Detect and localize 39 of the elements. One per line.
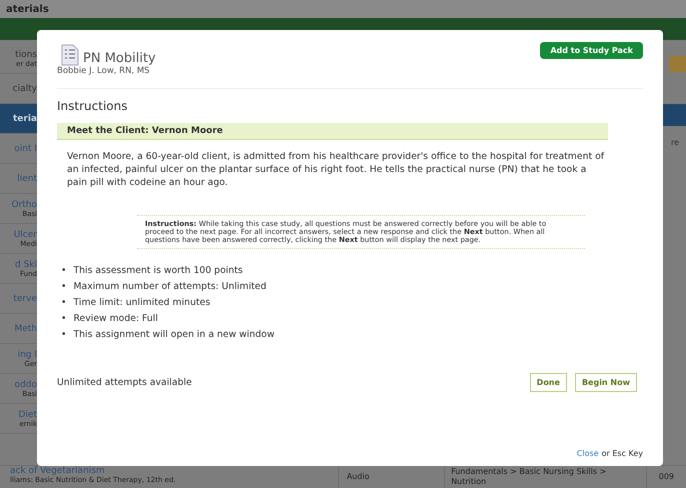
row-title: ing I	[18, 350, 37, 360]
assessment-detail: This assignment will open in a new window	[73, 328, 274, 342]
bullet-icon: •	[61, 311, 66, 327]
close-link[interactable]: Close	[576, 449, 599, 458]
row-title: oddo	[14, 380, 37, 390]
row-title: teria	[12, 114, 37, 124]
assessment-detail: This assessment is worth 100 points	[73, 264, 243, 278]
bullet-icon: •	[61, 279, 66, 295]
row-title: d Ski	[15, 260, 37, 270]
section-heading: Instructions	[57, 99, 128, 113]
case-paragraph: Vernon Moore, a 60-year-old client, is admitted from his healthcare provider's office to the hospital for treatment of an infected, painful ulcer on the plantar surface of his right foot. He tells the practical nurse (PN) that he took a pain pill with codeine an hour ago.	[67, 150, 606, 189]
module-title: PN Mobility	[83, 51, 156, 66]
row-title: terve	[13, 294, 37, 304]
page-title: aterials	[6, 4, 49, 14]
row-title: Ulcer	[14, 230, 37, 240]
table-header	[663, 104, 686, 126]
begin-now-button[interactable]: Begin Now	[574, 373, 637, 392]
assessment-detail: Time limit: unlimited minutes	[73, 296, 210, 310]
author-name: Bobbie J. Low, RN, MS	[57, 66, 151, 76]
row-title: Diet	[18, 410, 37, 420]
done-button[interactable]: Done	[530, 373, 567, 392]
bullet-icon: •	[61, 263, 66, 279]
section-banner: Meet the Client: Vernon Moore	[57, 123, 608, 140]
attempts-text: Unlimited attempts available	[57, 377, 192, 388]
assessment-detail: Review mode: Full	[73, 312, 158, 326]
close-hint: or Esc Key	[602, 449, 643, 458]
row-title: cialty	[12, 84, 37, 94]
row-title: Ortho	[11, 200, 37, 210]
bullet-icon: •	[61, 295, 66, 311]
assessment-detail: Maximum number of attempts: Unlimited	[73, 280, 266, 294]
bullet-icon: •	[61, 327, 66, 343]
row-title: oint I	[14, 144, 37, 154]
document-list-icon	[61, 44, 79, 66]
row-title: Meth	[14, 324, 37, 334]
add-to-study-pack-button[interactable]: Add to Study Pack	[540, 42, 643, 59]
row-title: lient	[17, 174, 37, 184]
tab-strip	[669, 56, 686, 72]
row-title: tions	[15, 50, 37, 60]
column-heading: re	[671, 138, 680, 147]
